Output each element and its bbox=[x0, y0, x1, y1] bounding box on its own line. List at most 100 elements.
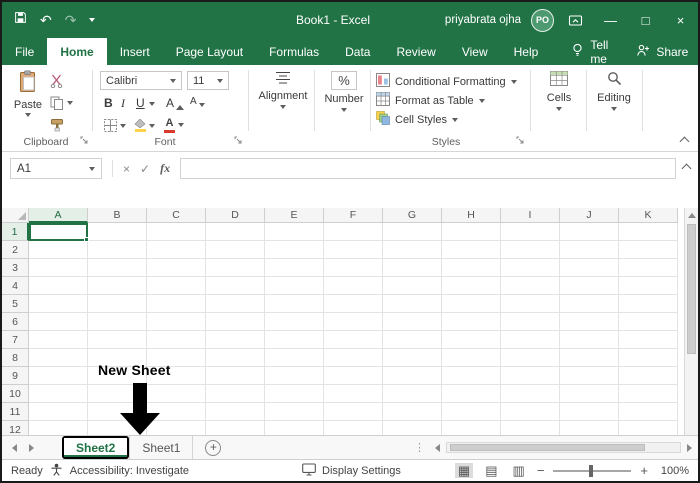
column-header[interactable]: J bbox=[560, 208, 619, 223]
copy-button[interactable] bbox=[50, 96, 73, 110]
borders-dropdown-icon[interactable] bbox=[120, 124, 126, 128]
font-name-combo[interactable]: Calibri bbox=[100, 71, 182, 90]
save-icon[interactable] bbox=[14, 11, 27, 29]
scroll-up-icon[interactable] bbox=[688, 213, 696, 218]
horizontal-scrollbar[interactable]: ⋮ bbox=[414, 436, 698, 459]
font-color-dropdown-icon[interactable] bbox=[178, 123, 184, 127]
shrink-font-button[interactable]: A bbox=[190, 96, 205, 107]
paste-dropdown-icon[interactable] bbox=[25, 113, 31, 117]
page-break-view-icon[interactable]: ▥ bbox=[510, 463, 528, 478]
name-box-dropdown-icon[interactable] bbox=[89, 167, 95, 171]
page-layout-view-icon[interactable]: ▤ bbox=[482, 463, 500, 478]
horizontal-scroll-track[interactable] bbox=[446, 442, 681, 453]
insert-function-icon[interactable]: fx bbox=[160, 161, 170, 176]
avatar[interactable]: PO bbox=[531, 9, 554, 32]
column-header[interactable]: H bbox=[442, 208, 501, 223]
font-name-dropdown-icon[interactable] bbox=[170, 79, 176, 83]
maximize-button[interactable]: □ bbox=[628, 2, 663, 38]
row-header[interactable]: 4 bbox=[2, 277, 29, 295]
format-painter-button[interactable] bbox=[50, 118, 64, 132]
tab-insert[interactable]: Insert bbox=[107, 38, 163, 65]
font-color-button[interactable]: A bbox=[164, 117, 184, 133]
underline-dropdown-icon[interactable] bbox=[149, 102, 155, 106]
zoom-out-button[interactable]: − bbox=[537, 463, 545, 478]
display-settings-button[interactable]: Display Settings bbox=[302, 463, 401, 479]
share-button[interactable]: Share bbox=[620, 38, 700, 65]
enter-icon[interactable]: ✓ bbox=[140, 162, 150, 176]
sheet-tab-sheet1[interactable]: Sheet1 bbox=[129, 436, 193, 459]
close-button[interactable]: × bbox=[663, 2, 698, 38]
tab-home[interactable]: Home bbox=[47, 38, 106, 65]
column-header[interactable]: D bbox=[206, 208, 265, 223]
cell-styles-button[interactable]: Cell Styles bbox=[376, 111, 458, 128]
row-header[interactable]: 9 bbox=[2, 367, 29, 385]
alignment-group-button[interactable]: Alignment bbox=[254, 71, 312, 109]
font-dialog-launcher-icon[interactable] bbox=[234, 135, 242, 147]
cells-group-button[interactable]: Cells bbox=[535, 71, 583, 111]
next-sheet-icon[interactable] bbox=[29, 444, 34, 452]
styles-dialog-launcher-icon[interactable] bbox=[516, 135, 524, 147]
cut-button[interactable] bbox=[50, 74, 63, 88]
column-header[interactable]: K bbox=[619, 208, 678, 223]
column-header[interactable]: E bbox=[265, 208, 324, 223]
row-header[interactable]: 5 bbox=[2, 295, 29, 313]
fill-color-dropdown-icon[interactable] bbox=[149, 124, 155, 128]
select-all-button[interactable] bbox=[2, 208, 29, 223]
column-header[interactable]: I bbox=[501, 208, 560, 223]
sheet-tab-sheet2[interactable]: Sheet2 bbox=[64, 438, 127, 457]
italic-button[interactable]: I bbox=[121, 96, 125, 111]
column-header[interactable]: B bbox=[88, 208, 147, 223]
formula-input[interactable] bbox=[180, 158, 676, 179]
bold-button[interactable]: B bbox=[104, 96, 113, 110]
zoom-level[interactable]: 100% bbox=[657, 465, 689, 477]
row-header[interactable]: 2 bbox=[2, 241, 29, 259]
account-name[interactable]: priyabrata ojha bbox=[445, 14, 521, 26]
zoom-in-button[interactable]: + bbox=[640, 463, 648, 478]
tab-page-layout[interactable]: Page Layout bbox=[163, 38, 256, 65]
paste-button[interactable]: Paste bbox=[10, 70, 46, 117]
tab-review[interactable]: Review bbox=[383, 38, 448, 65]
tab-data[interactable]: Data bbox=[332, 38, 383, 65]
expand-formula-bar-icon[interactable] bbox=[682, 164, 692, 174]
scroll-left-icon[interactable] bbox=[435, 444, 440, 452]
column-header[interactable]: C bbox=[147, 208, 206, 223]
undo-icon[interactable]: ↶ bbox=[40, 13, 52, 27]
redo-icon[interactable]: ↷ bbox=[65, 13, 77, 27]
new-sheet-button[interactable]: + bbox=[205, 440, 221, 456]
row-header[interactable]: 12 bbox=[2, 421, 29, 435]
tell-me-button[interactable]: Tell me bbox=[559, 38, 620, 65]
vertical-scrollbar[interactable] bbox=[684, 208, 698, 435]
normal-view-icon[interactable]: ▦ bbox=[455, 463, 473, 478]
tab-formulas[interactable]: Formulas bbox=[256, 38, 332, 65]
clipboard-dialog-launcher-icon[interactable] bbox=[80, 135, 88, 147]
format-as-table-button[interactable]: Format as Table bbox=[376, 92, 485, 109]
row-header[interactable]: 3 bbox=[2, 259, 29, 277]
row-header[interactable]: 11 bbox=[2, 403, 29, 421]
row-header[interactable]: 8 bbox=[2, 349, 29, 367]
column-header[interactable]: G bbox=[383, 208, 442, 223]
zoom-slider[interactable] bbox=[553, 470, 631, 472]
editing-group-button[interactable]: Editing bbox=[590, 71, 638, 111]
row-header[interactable]: 6 bbox=[2, 313, 29, 331]
cancel-icon[interactable]: × bbox=[123, 162, 130, 176]
accessibility-status[interactable]: Accessibility: Investigate bbox=[70, 465, 189, 477]
tab-splitter-grip[interactable]: ⋮ bbox=[414, 441, 425, 454]
vertical-scroll-thumb[interactable] bbox=[687, 224, 696, 354]
customize-qat-icon[interactable] bbox=[89, 18, 95, 22]
row-header-1[interactable]: 1 bbox=[2, 223, 29, 241]
conditional-formatting-button[interactable]: Conditional Formatting bbox=[376, 73, 517, 90]
tab-file[interactable]: File bbox=[2, 38, 47, 65]
zoom-slider-thumb[interactable] bbox=[589, 465, 593, 477]
collapse-ribbon-icon[interactable] bbox=[680, 137, 690, 147]
previous-sheet-icon[interactable] bbox=[12, 444, 17, 452]
minimize-button[interactable]: — bbox=[593, 2, 628, 38]
tab-view[interactable]: View bbox=[449, 38, 501, 65]
scroll-right-icon[interactable] bbox=[687, 444, 692, 452]
grow-font-button[interactable]: A bbox=[166, 96, 184, 110]
ribbon-display-options-icon[interactable] bbox=[568, 13, 583, 28]
name-box[interactable]: A1 bbox=[10, 158, 102, 179]
column-header-a[interactable]: A bbox=[29, 208, 88, 223]
tab-help[interactable]: Help bbox=[501, 38, 552, 65]
column-header[interactable]: F bbox=[324, 208, 383, 223]
font-size-combo[interactable]: 11 bbox=[187, 71, 229, 90]
